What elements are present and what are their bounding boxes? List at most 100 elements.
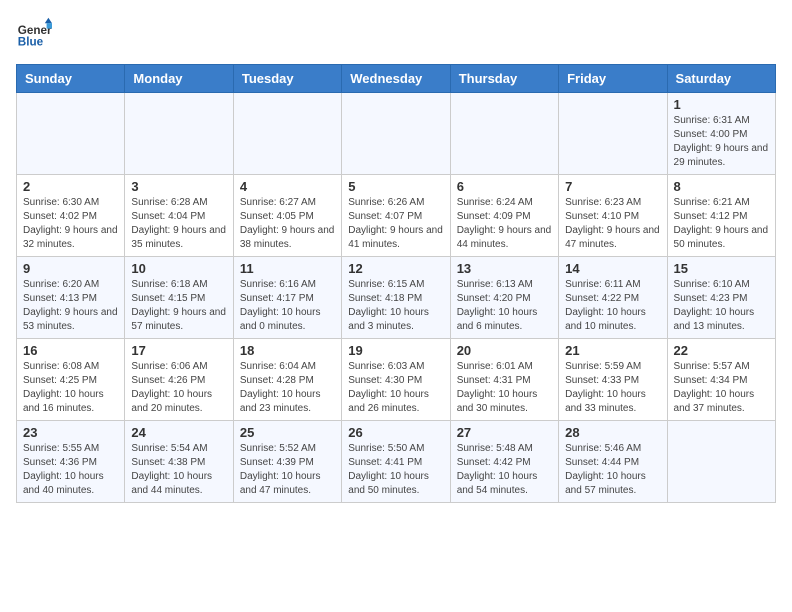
calendar-cell bbox=[450, 93, 558, 175]
calendar-cell bbox=[17, 93, 125, 175]
calendar-cell: 8 Sunrise: 6:21 AM Sunset: 4:12 PM Daylig… bbox=[667, 175, 775, 257]
day-header-friday: Friday bbox=[559, 65, 667, 93]
calendar-cell: 14 Sunrise: 6:11 AM Sunset: 4:22 PM Dayli… bbox=[559, 257, 667, 339]
day-number: 5 bbox=[348, 179, 443, 194]
calendar-cell: 16 Sunrise: 6:08 AM Sunset: 4:25 PM Dayli… bbox=[17, 339, 125, 421]
calendar-table: SundayMondayTuesdayWednesdayThursdayFrid… bbox=[16, 64, 776, 503]
day-info: Sunrise: 5:55 AM Sunset: 4:36 PM Dayligh… bbox=[23, 442, 118, 498]
logo: General Blue bbox=[16, 16, 54, 52]
day-number: 20 bbox=[457, 343, 552, 358]
calendar-cell: 18Sunrise: 6:04 AM Sunset: 4:28 PM Dayli… bbox=[233, 339, 341, 421]
calendar-cell: 9 Sunrise: 6:20 AM Sunset: 4:13 PM Daylig… bbox=[17, 257, 125, 339]
day-info: Sunrise: 6:01 AM Sunset: 4:31 PM Dayligh… bbox=[457, 360, 552, 416]
day-number: 19 bbox=[348, 343, 443, 358]
day-info: Sunrise: 6:11 AM Sunset: 4:22 PM Dayligh… bbox=[565, 278, 660, 334]
day-info: Sunrise: 6:31 AM Sunset: 4:00 PM Dayligh… bbox=[674, 114, 769, 170]
day-number: 11 bbox=[240, 261, 335, 276]
day-header-tuesday: Tuesday bbox=[233, 65, 341, 93]
day-info: Sunrise: 5:52 AM Sunset: 4:39 PM Dayligh… bbox=[240, 442, 335, 498]
day-number: 12 bbox=[348, 261, 443, 276]
day-header-saturday: Saturday bbox=[667, 65, 775, 93]
day-number: 14 bbox=[565, 261, 660, 276]
day-info: Sunrise: 6:27 AM Sunset: 4:05 PM Dayligh… bbox=[240, 196, 335, 252]
day-info: Sunrise: 6:30 AM Sunset: 4:02 PM Dayligh… bbox=[23, 196, 118, 252]
day-number: 6 bbox=[457, 179, 552, 194]
day-info: Sunrise: 6:21 AM Sunset: 4:12 PM Dayligh… bbox=[674, 196, 769, 252]
calendar-cell: 7Sunrise: 6:23 AM Sunset: 4:10 PM Daylig… bbox=[559, 175, 667, 257]
calendar-cell: 21Sunrise: 5:59 AM Sunset: 4:33 PM Dayli… bbox=[559, 339, 667, 421]
day-info: Sunrise: 6:10 AM Sunset: 4:23 PM Dayligh… bbox=[674, 278, 769, 334]
calendar-cell: 13 Sunrise: 6:13 AM Sunset: 4:20 PM Dayli… bbox=[450, 257, 558, 339]
calendar-week-row: 1 Sunrise: 6:31 AM Sunset: 4:00 PM Daylig… bbox=[17, 93, 776, 175]
day-info: Sunrise: 6:16 AM Sunset: 4:17 PM Dayligh… bbox=[240, 278, 335, 334]
day-number: 10 bbox=[131, 261, 226, 276]
calendar-cell: 5 Sunrise: 6:26 AM Sunset: 4:07 PM Daylig… bbox=[342, 175, 450, 257]
calendar-cell bbox=[559, 93, 667, 175]
day-info: Sunrise: 6:28 AM Sunset: 4:04 PM Dayligh… bbox=[131, 196, 226, 252]
day-number: 16 bbox=[23, 343, 118, 358]
day-number: 25 bbox=[240, 425, 335, 440]
calendar-week-row: 2 Sunrise: 6:30 AM Sunset: 4:02 PM Daylig… bbox=[17, 175, 776, 257]
calendar-cell: 10 Sunrise: 6:18 AM Sunset: 4:15 PM Dayli… bbox=[125, 257, 233, 339]
calendar-cell: 19 Sunrise: 6:03 AM Sunset: 4:30 PM Dayli… bbox=[342, 339, 450, 421]
day-info: Sunrise: 6:06 AM Sunset: 4:26 PM Dayligh… bbox=[131, 360, 226, 416]
day-number: 28 bbox=[565, 425, 660, 440]
day-number: 2 bbox=[23, 179, 118, 194]
day-info: Sunrise: 6:23 AM Sunset: 4:10 PM Dayligh… bbox=[565, 196, 660, 252]
day-number: 15 bbox=[674, 261, 769, 276]
day-info: Sunrise: 6:18 AM Sunset: 4:15 PM Dayligh… bbox=[131, 278, 226, 334]
day-number: 1 bbox=[674, 97, 769, 112]
day-info: Sunrise: 6:04 AM Sunset: 4:28 PM Dayligh… bbox=[240, 360, 335, 416]
calendar-week-row: 16 Sunrise: 6:08 AM Sunset: 4:25 PM Dayli… bbox=[17, 339, 776, 421]
calendar-cell: 6 Sunrise: 6:24 AM Sunset: 4:09 PM Daylig… bbox=[450, 175, 558, 257]
day-number: 26 bbox=[348, 425, 443, 440]
day-header-sunday: Sunday bbox=[17, 65, 125, 93]
calendar-cell: 28 Sunrise: 5:46 AM Sunset: 4:44 PM Dayli… bbox=[559, 421, 667, 503]
day-info: Sunrise: 6:26 AM Sunset: 4:07 PM Dayligh… bbox=[348, 196, 443, 252]
day-info: Sunrise: 6:20 AM Sunset: 4:13 PM Dayligh… bbox=[23, 278, 118, 334]
day-number: 23 bbox=[23, 425, 118, 440]
day-number: 3 bbox=[131, 179, 226, 194]
calendar-cell: 2 Sunrise: 6:30 AM Sunset: 4:02 PM Daylig… bbox=[17, 175, 125, 257]
day-info: Sunrise: 6:08 AM Sunset: 4:25 PM Dayligh… bbox=[23, 360, 118, 416]
day-number: 8 bbox=[674, 179, 769, 194]
calendar-cell: 3 Sunrise: 6:28 AM Sunset: 4:04 PM Daylig… bbox=[125, 175, 233, 257]
calendar-header-row: SundayMondayTuesdayWednesdayThursdayFrid… bbox=[17, 65, 776, 93]
calendar-cell: 22 Sunrise: 5:57 AM Sunset: 4:34 PM Dayli… bbox=[667, 339, 775, 421]
day-info: Sunrise: 5:54 AM Sunset: 4:38 PM Dayligh… bbox=[131, 442, 226, 498]
calendar-cell bbox=[125, 93, 233, 175]
day-number: 17 bbox=[131, 343, 226, 358]
calendar-cell bbox=[667, 421, 775, 503]
calendar-cell: 20 Sunrise: 6:01 AM Sunset: 4:31 PM Dayli… bbox=[450, 339, 558, 421]
calendar-week-row: 9 Sunrise: 6:20 AM Sunset: 4:13 PM Daylig… bbox=[17, 257, 776, 339]
day-info: Sunrise: 6:15 AM Sunset: 4:18 PM Dayligh… bbox=[348, 278, 443, 334]
calendar-cell: 12 Sunrise: 6:15 AM Sunset: 4:18 PM Dayli… bbox=[342, 257, 450, 339]
day-number: 13 bbox=[457, 261, 552, 276]
calendar-cell: 11 Sunrise: 6:16 AM Sunset: 4:17 PM Dayli… bbox=[233, 257, 341, 339]
calendar-cell: 25 Sunrise: 5:52 AM Sunset: 4:39 PM Dayli… bbox=[233, 421, 341, 503]
page-header: General Blue bbox=[16, 16, 776, 52]
logo-icon: General Blue bbox=[16, 16, 52, 52]
svg-text:Blue: Blue bbox=[18, 36, 44, 49]
calendar-cell: 4Sunrise: 6:27 AM Sunset: 4:05 PM Daylig… bbox=[233, 175, 341, 257]
day-info: Sunrise: 6:13 AM Sunset: 4:20 PM Dayligh… bbox=[457, 278, 552, 334]
calendar-cell: 27 Sunrise: 5:48 AM Sunset: 4:42 PM Dayli… bbox=[450, 421, 558, 503]
day-header-monday: Monday bbox=[125, 65, 233, 93]
calendar-cell bbox=[342, 93, 450, 175]
day-info: Sunrise: 6:03 AM Sunset: 4:30 PM Dayligh… bbox=[348, 360, 443, 416]
day-info: Sunrise: 5:57 AM Sunset: 4:34 PM Dayligh… bbox=[674, 360, 769, 416]
day-number: 9 bbox=[23, 261, 118, 276]
day-number: 22 bbox=[674, 343, 769, 358]
day-number: 27 bbox=[457, 425, 552, 440]
day-number: 24 bbox=[131, 425, 226, 440]
calendar-cell: 1 Sunrise: 6:31 AM Sunset: 4:00 PM Daylig… bbox=[667, 93, 775, 175]
calendar-cell: 23 Sunrise: 5:55 AM Sunset: 4:36 PM Dayli… bbox=[17, 421, 125, 503]
calendar-cell: 15 Sunrise: 6:10 AM Sunset: 4:23 PM Dayli… bbox=[667, 257, 775, 339]
day-info: Sunrise: 5:48 AM Sunset: 4:42 PM Dayligh… bbox=[457, 442, 552, 498]
day-info: Sunrise: 5:46 AM Sunset: 4:44 PM Dayligh… bbox=[565, 442, 660, 498]
day-info: Sunrise: 5:50 AM Sunset: 4:41 PM Dayligh… bbox=[348, 442, 443, 498]
day-header-wednesday: Wednesday bbox=[342, 65, 450, 93]
day-number: 21 bbox=[565, 343, 660, 358]
day-info: Sunrise: 6:24 AM Sunset: 4:09 PM Dayligh… bbox=[457, 196, 552, 252]
calendar-cell: 24 Sunrise: 5:54 AM Sunset: 4:38 PM Dayli… bbox=[125, 421, 233, 503]
